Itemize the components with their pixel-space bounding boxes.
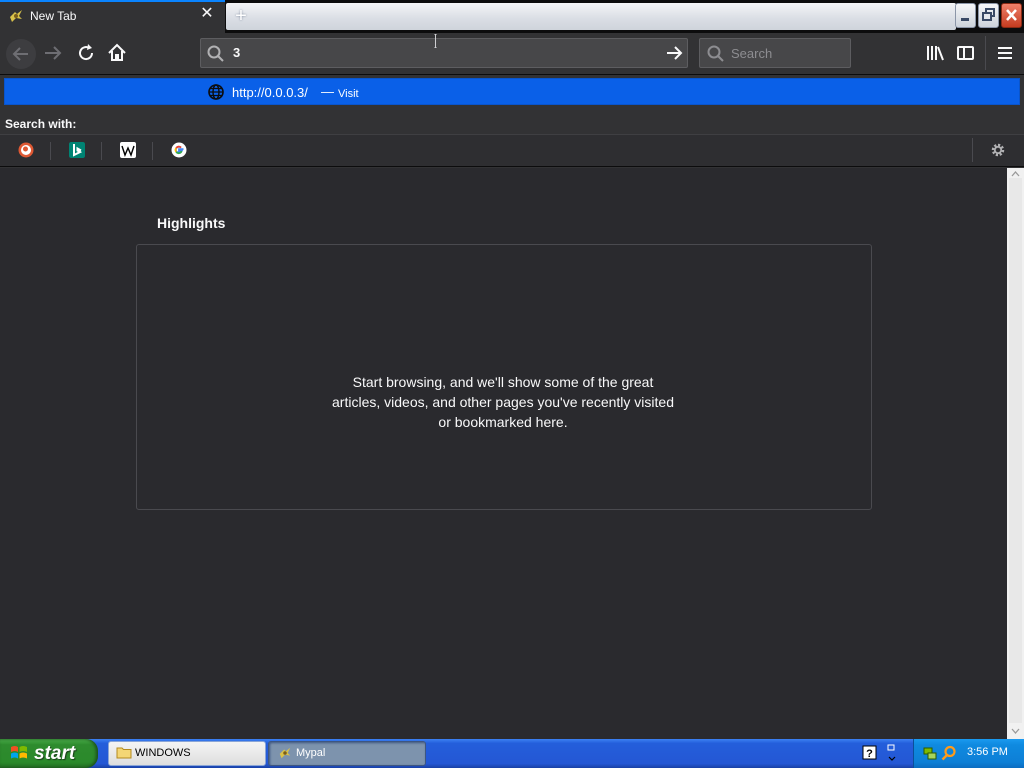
search-icon [207, 45, 224, 62]
bing-icon[interactable] [69, 142, 85, 158]
tab-bar-empty-area [226, 3, 956, 30]
taskbar-item-label: WINDOWS [135, 747, 191, 759]
url-bar[interactable] [200, 38, 688, 68]
close-icon [1006, 9, 1017, 21]
mypal-favicon-icon [10, 10, 22, 22]
engine-separator [972, 138, 973, 162]
svg-text:?: ? [866, 748, 873, 760]
search-input-placeholder[interactable]: Search [731, 46, 772, 61]
help-icon[interactable]: ? [862, 745, 878, 761]
minimize-icon [961, 18, 969, 21]
google-icon[interactable] [171, 142, 187, 158]
network-icon[interactable] [922, 745, 938, 761]
new-tab-button[interactable]: + [232, 4, 250, 28]
search-bar-icon [707, 45, 724, 62]
tab-close-icon[interactable]: ✕ [198, 5, 216, 23]
duckduckgo-icon[interactable] [18, 142, 34, 158]
restore-icon [982, 8, 995, 21]
start-label: start [34, 743, 76, 764]
autocomplete-action: Visit [338, 88, 359, 100]
autocomplete-visit-row[interactable] [4, 78, 1020, 105]
engine-separator [101, 142, 102, 160]
back-button[interactable] [6, 39, 36, 69]
folder-icon [116, 747, 132, 759]
search-with-label: Search with: [5, 117, 77, 131]
scroll-up-icon[interactable] [1011, 170, 1020, 178]
tab-title: New Tab [30, 9, 77, 23]
home-icon[interactable] [104, 40, 130, 66]
wikipedia-icon[interactable] [120, 142, 136, 158]
engine-separator [50, 142, 51, 160]
menu-icon[interactable] [994, 43, 1016, 63]
engine-separator [152, 142, 153, 160]
library-icon[interactable] [924, 43, 946, 63]
scrollbar-thumb[interactable] [1009, 178, 1022, 723]
highlights-empty-message: Start browsing, and we'll show some of t… [332, 374, 674, 430]
text-cursor-icon [434, 34, 437, 48]
restore-button[interactable] [978, 3, 999, 28]
sidebar-icon[interactable] [955, 43, 977, 63]
highlights-heading: Highlights [157, 215, 226, 231]
gear-icon[interactable] [989, 141, 1007, 159]
scroll-down-icon[interactable] [1011, 727, 1020, 735]
reload-icon[interactable] [73, 40, 99, 66]
back-arrow-icon [12, 47, 28, 61]
globe-icon [208, 84, 224, 100]
minimize-button[interactable] [955, 3, 976, 28]
url-input[interactable]: 3 [233, 45, 240, 60]
windows-logo-icon [11, 746, 27, 759]
language-bar-icon[interactable] [886, 743, 898, 763]
mypal-app-icon [279, 747, 291, 759]
taskbar-clock: 3:56 PM [967, 746, 1008, 758]
toolbar-divider [985, 36, 986, 70]
autocomplete-separator: — [321, 84, 334, 99]
search-tray-icon[interactable] [941, 745, 957, 761]
close-window-button[interactable] [1001, 3, 1022, 28]
search-engines-row [0, 134, 1024, 167]
taskbar-item-label: Mypal [296, 747, 326, 759]
autocomplete-url: http://0.0.0.3/ [232, 85, 308, 100]
go-arrow-icon[interactable] [664, 43, 684, 63]
forward-arrow-icon[interactable] [40, 40, 66, 66]
